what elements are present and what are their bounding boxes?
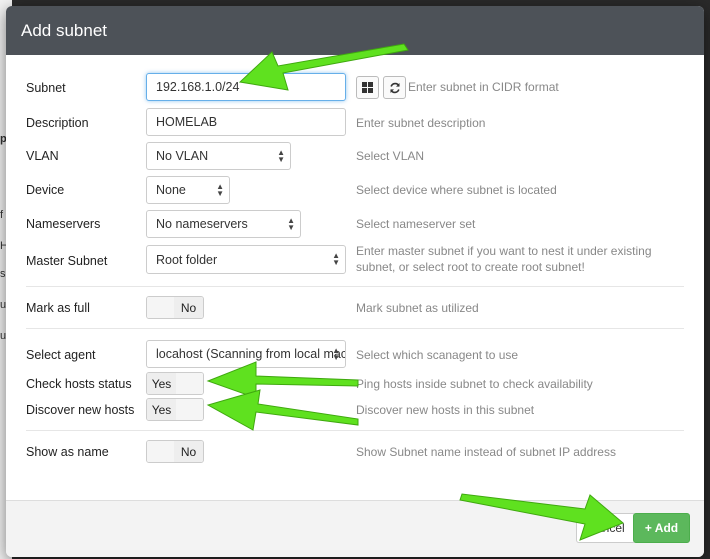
divider xyxy=(26,286,684,287)
agent-select[interactable]: locahost (Scanning from local mac ▲ ▼ xyxy=(146,340,346,368)
show-name-hint: Show Subnet name instead of subnet IP ad… xyxy=(356,445,616,459)
grid-icon xyxy=(362,82,373,93)
nameservers-hint: Select nameserver set xyxy=(356,217,476,231)
updown-arrow-icon: ▲ ▼ xyxy=(277,148,285,164)
mark-full-hint: Mark subnet as utilized xyxy=(356,301,479,315)
modal-body: Subnet 192.168.1.0/24 Enter subnet in CI… xyxy=(6,55,704,500)
vlan-label: VLAN xyxy=(26,149,59,163)
add-subnet-modal: Add subnet Subnet 192.168.1.0/24 Enter s… xyxy=(6,6,704,557)
vlan-select[interactable]: No VLAN ▲ ▼ xyxy=(146,142,291,170)
add-button[interactable]: + Add xyxy=(633,513,690,543)
divider xyxy=(26,430,684,431)
modal-header: Add subnet xyxy=(6,6,704,55)
nameservers-label: Nameservers xyxy=(26,217,101,231)
agent-label: Select agent xyxy=(26,348,96,362)
show-name-toggle[interactable]: No xyxy=(146,440,204,463)
discover-hosts-hint: Discover new hosts in this subnet xyxy=(356,403,535,417)
description-input[interactable]: HOMELAB xyxy=(146,108,346,136)
toggle-knob xyxy=(147,441,177,462)
subnet-hint: Enter subnet in CIDR format xyxy=(408,80,559,94)
device-select[interactable]: None ▲ ▼ xyxy=(146,176,230,204)
master-subnet-select[interactable]: Root folder ▲ ▼ xyxy=(146,245,346,274)
mark-full-toggle[interactable]: No xyxy=(146,296,204,319)
cancel-button[interactable]: Cancel xyxy=(576,513,636,543)
agent-select-value: locahost (Scanning from local mac xyxy=(156,347,346,361)
refresh-icon xyxy=(389,82,400,93)
mark-full-toggle-text: No xyxy=(174,297,203,318)
check-hosts-hint: Ping hosts inside subnet to check availa… xyxy=(356,377,593,391)
nameservers-select[interactable]: No nameservers ▲ ▼ xyxy=(146,210,301,238)
updown-arrow-icon: ▲ ▼ xyxy=(216,182,224,198)
vlan-hint: Select VLAN xyxy=(356,149,425,163)
check-hosts-toggle[interactable]: Yes xyxy=(146,372,204,395)
nameservers-select-value: No nameservers xyxy=(156,217,248,231)
description-label: Description xyxy=(26,116,89,130)
modal-title: Add subnet xyxy=(21,20,108,40)
divider xyxy=(26,328,684,329)
device-hint: Select device where subnet is located xyxy=(356,183,557,197)
discover-hosts-label: Discover new hosts xyxy=(26,403,135,417)
check-hosts-label: Check hosts status xyxy=(26,377,132,391)
master-subnet-select-value: Root folder xyxy=(156,252,218,267)
description-hint: Enter subnet description xyxy=(356,116,486,130)
updown-arrow-icon: ▲ ▼ xyxy=(287,216,295,232)
toggle-knob xyxy=(173,373,203,394)
subnet-select-button[interactable] xyxy=(356,76,379,99)
show-name-label: Show as name xyxy=(26,445,109,459)
master-subnet-hint: Enter master subnet if you want to nest … xyxy=(356,244,652,274)
master-subnet-label: Master Subnet xyxy=(26,254,108,268)
subnet-input[interactable]: 192.168.1.0/24 xyxy=(146,73,346,101)
subnet-refresh-button[interactable] xyxy=(383,76,406,99)
show-name-toggle-text: No xyxy=(174,441,203,462)
agent-hint: Select which scanagent to use xyxy=(356,348,519,362)
mark-full-label: Mark as full xyxy=(26,301,90,315)
device-label: Device xyxy=(26,183,65,197)
subnet-label: Subnet xyxy=(26,81,66,95)
vlan-select-value: No VLAN xyxy=(156,149,209,163)
modal-footer: Cancel + Add xyxy=(6,500,704,557)
discover-hosts-toggle[interactable]: Yes xyxy=(146,398,204,421)
device-select-value: None xyxy=(156,183,186,197)
check-hosts-toggle-text: Yes xyxy=(147,373,176,394)
updown-arrow-icon: ▲ ▼ xyxy=(332,251,340,267)
toggle-knob xyxy=(173,399,203,420)
updown-arrow-icon: ▲ ▼ xyxy=(332,346,340,362)
toggle-knob xyxy=(147,297,177,318)
background-text: f xyxy=(0,209,4,221)
discover-hosts-toggle-text: Yes xyxy=(147,399,176,420)
